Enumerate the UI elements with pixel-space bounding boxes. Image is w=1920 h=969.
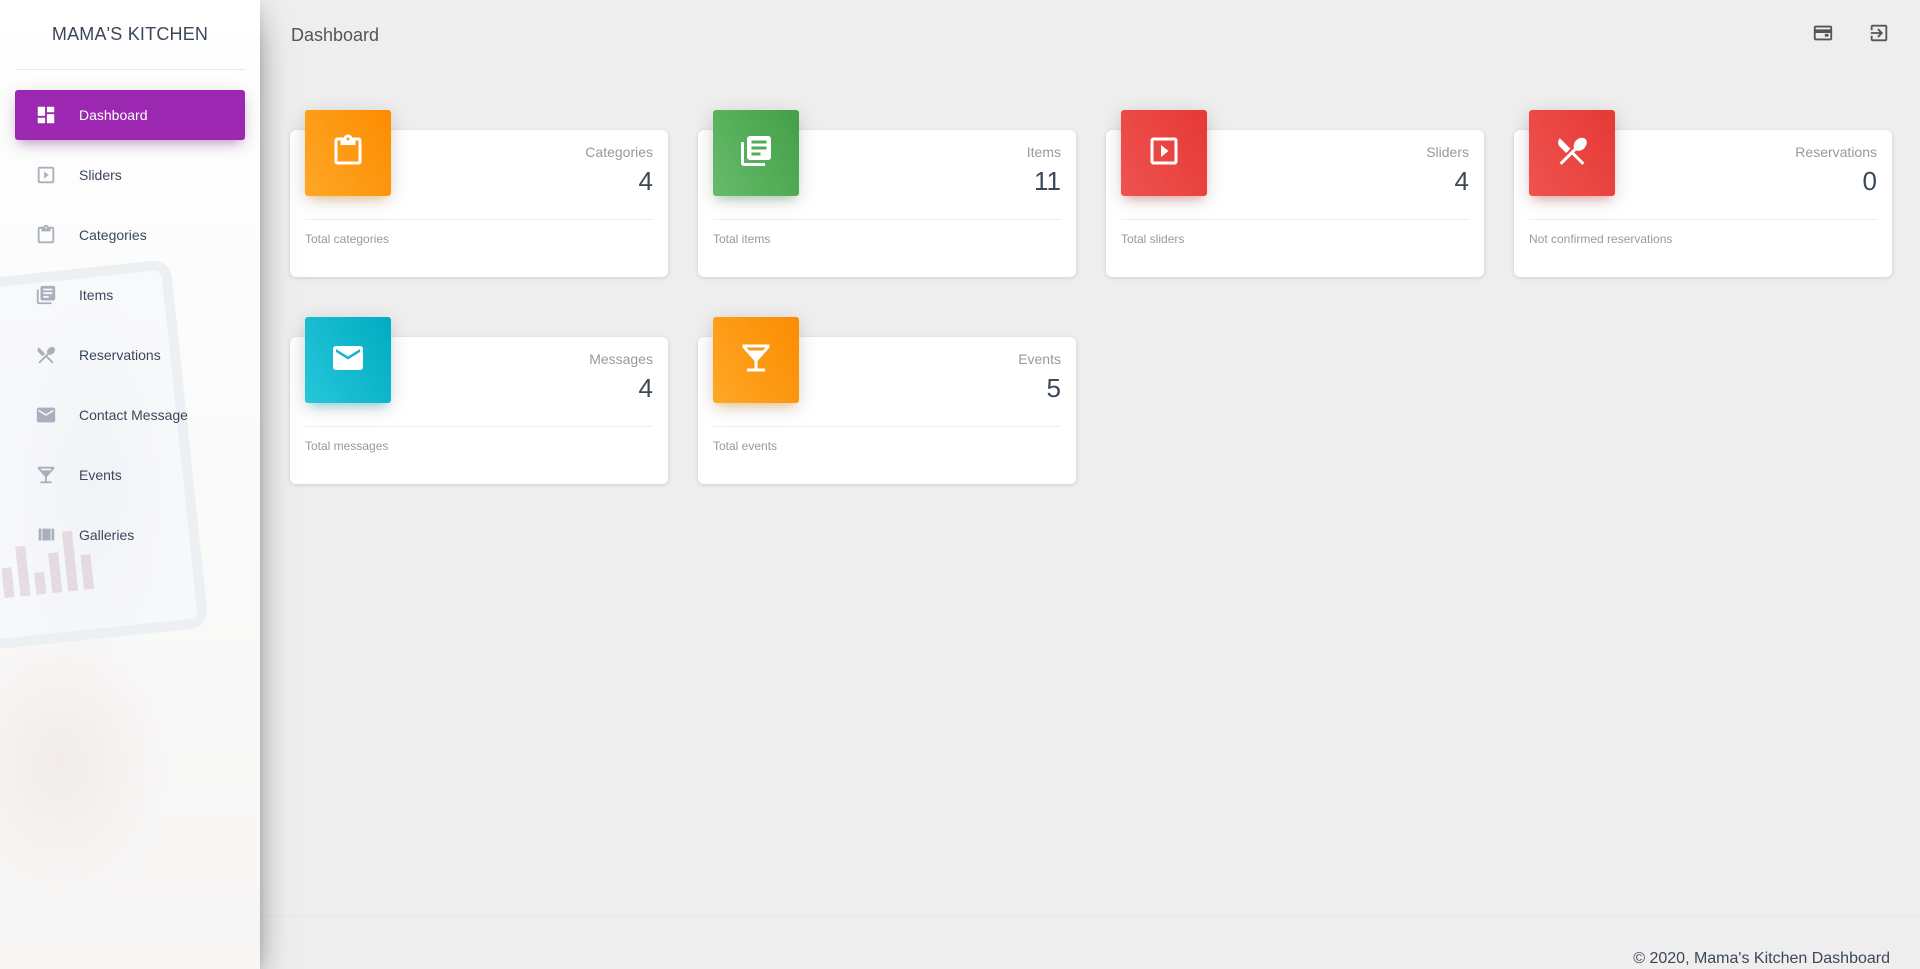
- stat-card-categories: Categories 4 Total categories: [290, 110, 668, 277]
- sidebar-item-label: Reservations: [79, 347, 161, 363]
- stats-cards: Categories 4 Total categories Items 11 T…: [290, 110, 1892, 484]
- card-icon-box: [713, 110, 799, 196]
- sidebar-item-label: Categories: [79, 227, 147, 243]
- card-category: Categories: [585, 144, 653, 160]
- topbar: Dashboard: [260, 0, 1920, 70]
- stat-card-messages: Messages 4 Total messages: [290, 317, 668, 484]
- card-value: 11: [1034, 166, 1061, 196]
- card-footer: Total events: [713, 426, 1061, 453]
- card-footer: Not confirmed reservations: [1529, 219, 1877, 246]
- sidebar-item-label: Contact Message: [79, 407, 188, 423]
- sidebar-item-sliders[interactable]: Sliders: [15, 150, 245, 200]
- card-value: 0: [1862, 166, 1877, 196]
- cocktail-icon: [35, 464, 57, 486]
- card-footer: Total items: [713, 219, 1061, 246]
- sidebar-item-galleries[interactable]: Galleries: [15, 510, 245, 560]
- stat-card-items: Items 11 Total items: [698, 110, 1076, 277]
- sidebar-item-label: Galleries: [79, 527, 135, 543]
- stat-card-sliders: Sliders 4 Total sliders: [1106, 110, 1484, 277]
- sidebar-item-label: Sliders: [79, 167, 122, 183]
- dashboard-icon: [35, 104, 57, 126]
- mail-icon: [330, 340, 366, 381]
- main-panel: Dashboard Categories 4 Total categories: [260, 0, 1920, 969]
- card-icon-box: [1529, 110, 1615, 196]
- stat-card-events: Events 5 Total events: [698, 317, 1076, 484]
- sidebar-item-contact-message[interactable]: Contact Message: [15, 390, 245, 440]
- sidebar-item-dashboard[interactable]: Dashboard: [15, 90, 245, 140]
- library-books-icon: [738, 133, 774, 174]
- card-footer: Total messages: [305, 426, 653, 453]
- dashboard-view-icon[interactable]: [1812, 22, 1834, 44]
- view-array-icon: [35, 524, 57, 546]
- card-value: 4: [638, 373, 653, 403]
- card-category: Reservations: [1795, 144, 1877, 160]
- card-category: Events: [1018, 351, 1061, 367]
- card-value: 4: [1454, 166, 1469, 196]
- sidebar: MAMA'S KITCHEN Dashboard Sliders Categor…: [0, 0, 260, 969]
- card-icon-box: [305, 317, 391, 403]
- card-category: Messages: [589, 351, 653, 367]
- card-footer: Total sliders: [1121, 219, 1469, 246]
- copyright-text: © 2020, Mama's Kitchen Dashboard: [1633, 950, 1890, 967]
- mail-icon: [35, 404, 57, 426]
- card-value: 4: [638, 166, 653, 196]
- topbar-actions: [1812, 22, 1890, 44]
- sidebar-item-label: Events: [79, 467, 122, 483]
- card-footer: Total categories: [305, 219, 653, 246]
- cocktail-icon: [738, 340, 774, 381]
- sidebar-nav: Dashboard Sliders Categories Items Reser…: [0, 90, 260, 560]
- sidebar-item-reservations[interactable]: Reservations: [15, 330, 245, 380]
- sidebar-item-items[interactable]: Items: [15, 270, 245, 320]
- brand-logo[interactable]: MAMA'S KITCHEN: [15, 0, 245, 70]
- restaurant-icon: [35, 344, 57, 366]
- card-category: Sliders: [1426, 144, 1469, 160]
- card-icon-box: [305, 110, 391, 196]
- page-footer: © 2020, Mama's Kitchen Dashboard: [260, 915, 1920, 969]
- card-category: Items: [1026, 144, 1061, 160]
- sidebar-item-events[interactable]: Events: [15, 450, 245, 500]
- stat-card-reservations: Reservations 0 Not confirmed reservation…: [1514, 110, 1892, 277]
- card-icon-box: [713, 317, 799, 403]
- library-books-icon: [35, 284, 57, 306]
- slideshow-icon: [35, 164, 57, 186]
- restaurant-icon: [1554, 133, 1590, 174]
- card-icon-box: [1121, 110, 1207, 196]
- sidebar-item-label: Dashboard: [79, 107, 148, 123]
- card-value: 5: [1046, 373, 1061, 403]
- clipboard-icon: [330, 133, 366, 174]
- slideshow-icon: [1146, 133, 1182, 174]
- sidebar-item-label: Items: [79, 287, 114, 303]
- page-title[interactable]: Dashboard: [291, 25, 379, 46]
- sidebar-item-categories[interactable]: Categories: [15, 210, 245, 260]
- logout-icon[interactable]: [1868, 22, 1890, 44]
- clipboard-icon: [35, 224, 57, 246]
